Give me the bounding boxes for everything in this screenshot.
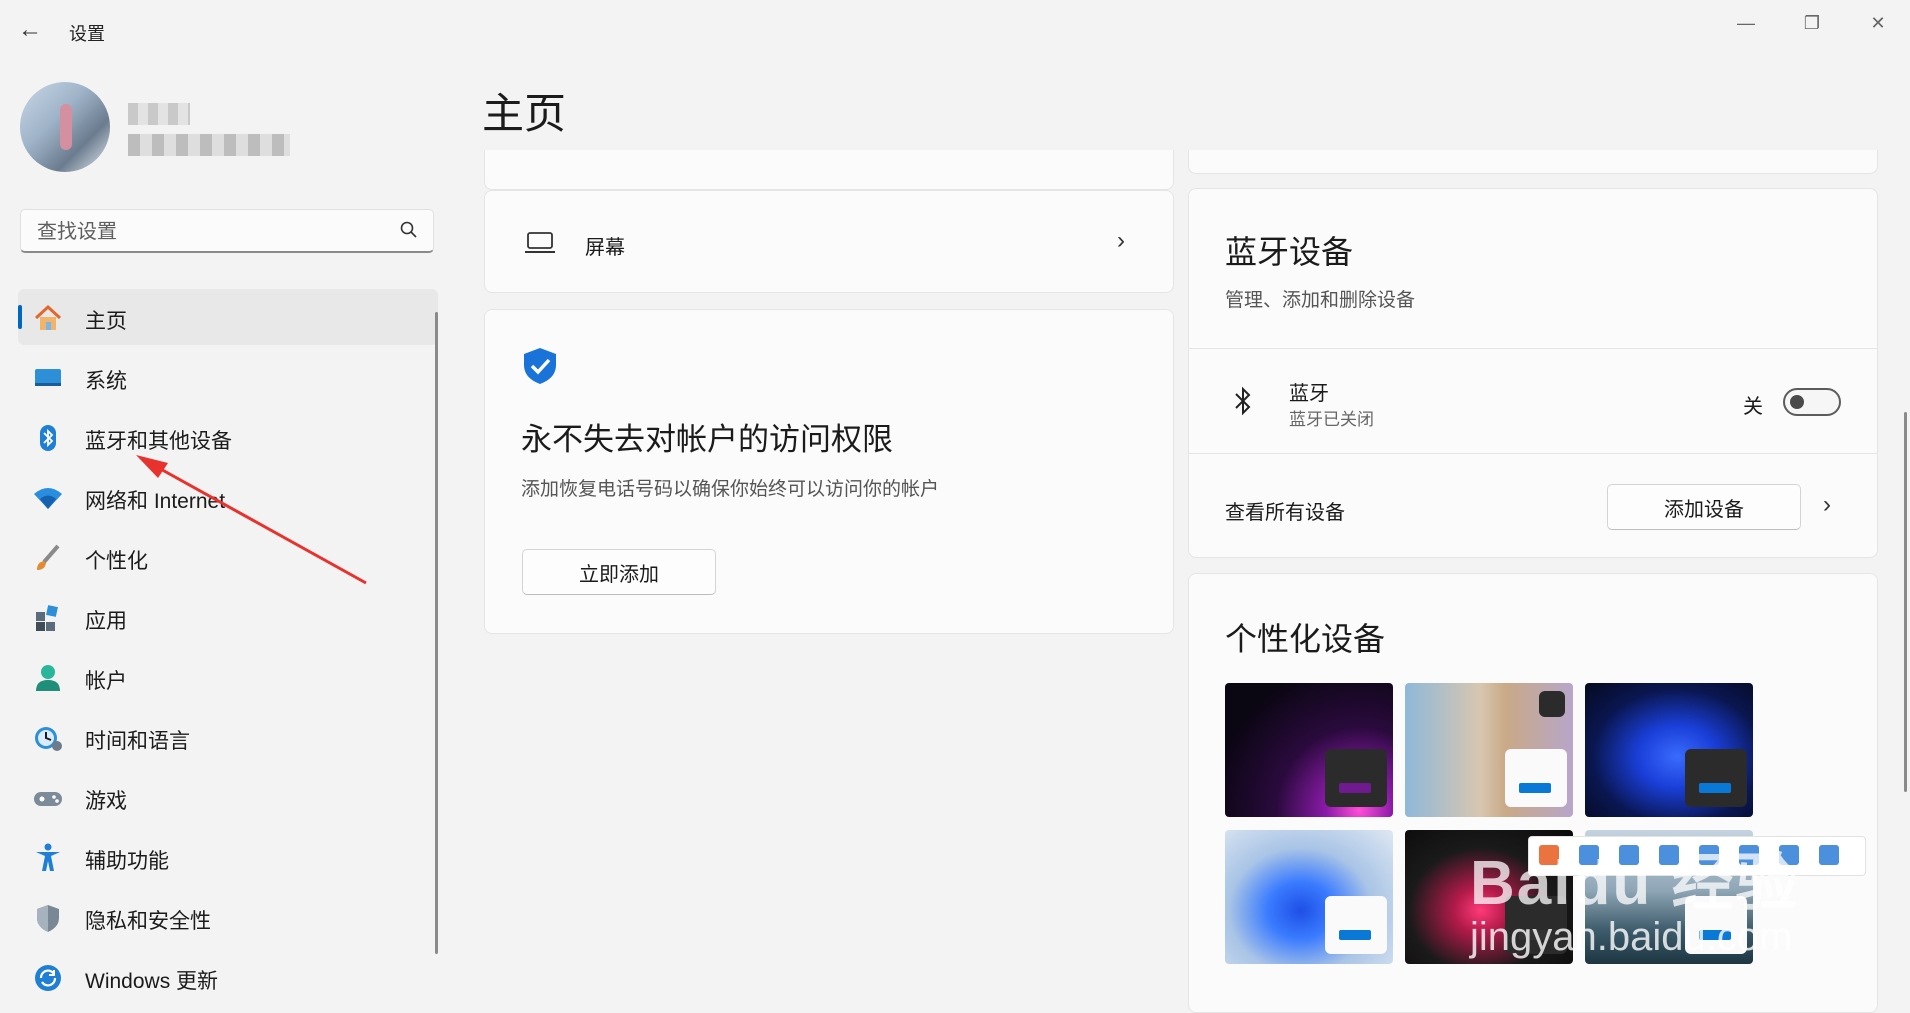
sidebar-nav: 主页 系统 蓝牙和其他设备 网络和 Internet 个性化 应用 帐户 时间和… xyxy=(18,289,438,1009)
apps-icon xyxy=(32,602,64,634)
sidebar-item-apps[interactable]: 应用 xyxy=(18,589,438,645)
theme-preview-window xyxy=(1685,749,1747,807)
sidebar-item-system[interactable]: 系统 xyxy=(18,349,438,405)
theme-spotlight-icon xyxy=(1539,691,1565,717)
main-scrollbar[interactable] xyxy=(1904,412,1907,792)
bluetooth-label: 蓝牙 xyxy=(1289,383,1329,405)
home-icon xyxy=(32,302,64,334)
bluetooth-status: 蓝牙已关闭 xyxy=(1289,410,1374,429)
account-card-desc: 添加恢复电话号码以确保你始终可以访问你的帐户 xyxy=(521,479,940,500)
sidebar-item-privacy[interactable]: 隐私和安全性 xyxy=(18,889,438,945)
account-icon xyxy=(32,662,64,694)
view-all-devices-link[interactable]: 查看所有设备 xyxy=(1225,496,1345,525)
sidebar-item-gaming[interactable]: 游戏 xyxy=(18,769,438,825)
divider xyxy=(1189,348,1877,349)
system-icon xyxy=(32,362,64,394)
maximize-button[interactable]: ❐ xyxy=(1782,6,1842,40)
back-arrow-icon[interactable]: ← xyxy=(18,16,46,44)
theme-preview-window xyxy=(1505,749,1567,807)
bluetooth-toggle[interactable] xyxy=(1783,388,1841,416)
bluetooth-card-desc: 管理、添加和删除设备 xyxy=(1225,290,1416,311)
ime-tools-icon[interactable] xyxy=(1819,845,1839,865)
add-now-button[interactable]: 立即添加 xyxy=(522,549,716,595)
accessibility-icon xyxy=(32,842,64,874)
divider xyxy=(1189,453,1877,454)
app-title: 设置 xyxy=(69,24,105,44)
minimize-button[interactable]: — xyxy=(1716,6,1776,40)
laptop-icon xyxy=(525,232,555,253)
bluetooth-icon xyxy=(32,422,64,454)
personalization-card-title: 个性化设备 xyxy=(1225,621,1386,657)
bluetooth-card: 蓝牙设备 管理、添加和删除设备 蓝牙 蓝牙已关闭 关 查看所有设备 添加设备 › xyxy=(1188,188,1878,558)
theme-preview-window xyxy=(1325,896,1387,954)
search-box xyxy=(20,209,434,253)
sidebar-item-bluetooth[interactable]: 蓝牙和其他设备 xyxy=(18,409,438,465)
sidebar-scrollbar[interactable] xyxy=(435,312,438,954)
sidebar-item-accessibility[interactable]: 辅助功能 xyxy=(18,829,438,885)
redacted-user-name xyxy=(128,103,190,125)
add-device-button[interactable]: 添加设备 xyxy=(1607,484,1801,530)
sidebar-item-accounts[interactable]: 帐户 xyxy=(18,649,438,705)
title-bar: ← 设置 — ❐ ✕ xyxy=(0,0,1910,60)
sidebar-item-personalization[interactable]: 个性化 xyxy=(18,529,438,585)
account-recovery-card: 永不失去对帐户的访问权限 添加恢复电话号码以确保你始终可以访问你的帐户 立即添加 xyxy=(484,309,1174,634)
theme-purple-glow[interactable] xyxy=(1225,683,1393,817)
account-card-title: 永不失去对帐户的访问权限 xyxy=(521,422,893,457)
gamepad-icon xyxy=(32,782,64,814)
theme-preview-window xyxy=(1325,749,1387,807)
theme-flowers[interactable] xyxy=(1405,683,1573,817)
sidebar-item-windows-update[interactable]: Windows 更新 xyxy=(18,949,438,1005)
screen-row[interactable]: 屏幕 › xyxy=(484,190,1174,293)
update-icon xyxy=(32,962,64,994)
wifi-icon xyxy=(32,482,64,514)
watermark-url: jingyan.baidu.com xyxy=(1470,915,1793,959)
sidebar-item-time-language[interactable]: 时间和语言 xyxy=(18,709,438,765)
chevron-right-icon: › xyxy=(1117,227,1125,254)
screen-row-label: 屏幕 xyxy=(585,237,625,259)
sidebar-item-network[interactable]: 网络和 Internet xyxy=(18,469,438,525)
theme-blue-bloom-dark[interactable] xyxy=(1585,683,1753,817)
search-icon[interactable] xyxy=(399,220,419,240)
brush-icon xyxy=(32,542,64,574)
close-button[interactable]: ✕ xyxy=(1848,6,1908,40)
card-partial-top-left xyxy=(484,150,1174,190)
avatar[interactable] xyxy=(20,82,110,172)
page-title: 主页 xyxy=(482,90,567,137)
bluetooth-icon xyxy=(1235,386,1251,416)
theme-blue-bloom-light[interactable] xyxy=(1225,830,1393,964)
card-partial-top-right xyxy=(1188,150,1878,174)
redacted-user-email xyxy=(128,134,290,156)
bluetooth-toggle-label: 关 xyxy=(1743,396,1763,418)
chevron-right-icon[interactable]: › xyxy=(1823,491,1831,519)
clock-icon xyxy=(32,722,64,754)
watermark-brand: Baidu 经验 xyxy=(1470,849,1800,918)
bluetooth-card-title: 蓝牙设备 xyxy=(1225,234,1354,270)
shield-check-icon xyxy=(524,348,556,384)
sidebar-item-home[interactable]: 主页 xyxy=(18,289,438,345)
search-input[interactable] xyxy=(35,218,399,246)
shield-icon xyxy=(32,902,64,934)
